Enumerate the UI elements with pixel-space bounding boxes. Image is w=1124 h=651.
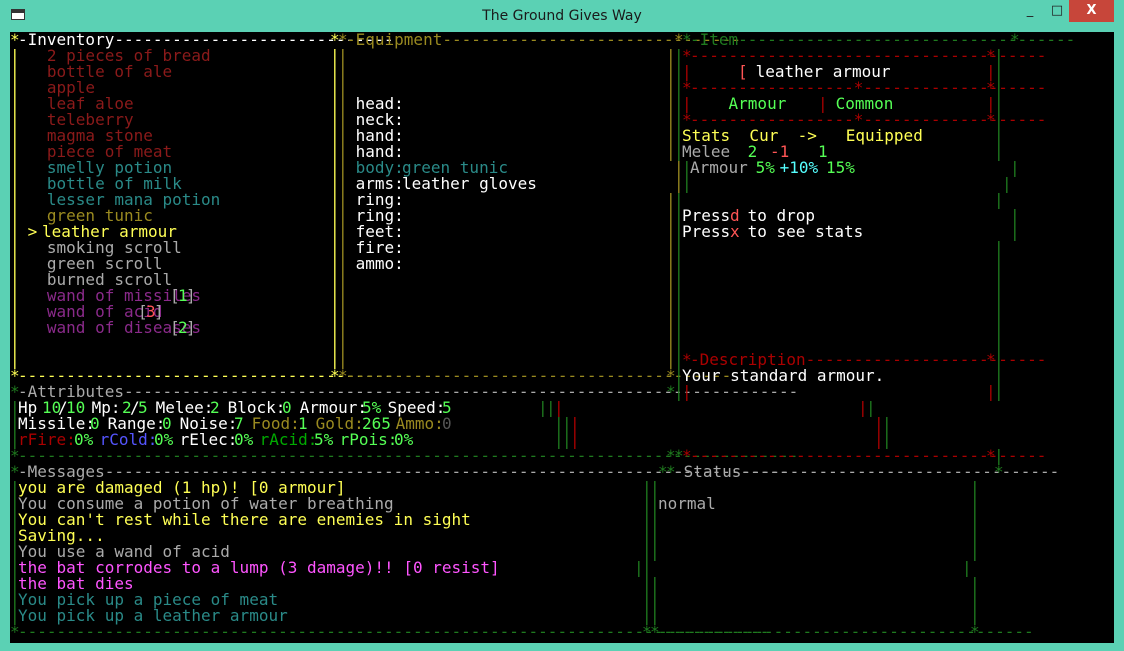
window-title: The Ground Gives Way <box>482 8 642 24</box>
cell-text: | <box>994 382 1004 401</box>
title-bar: The Ground Gives Way _ □ X <box>0 0 1124 32</box>
minimize-button[interactable]: _ <box>1016 0 1044 22</box>
maximize-button[interactable]: □ <box>1043 0 1071 22</box>
terminal-screen: * -Inventory-----------------------------… <box>10 32 1114 643</box>
close-button[interactable]: X <box>1069 0 1114 22</box>
cell-text: * <box>970 622 980 641</box>
